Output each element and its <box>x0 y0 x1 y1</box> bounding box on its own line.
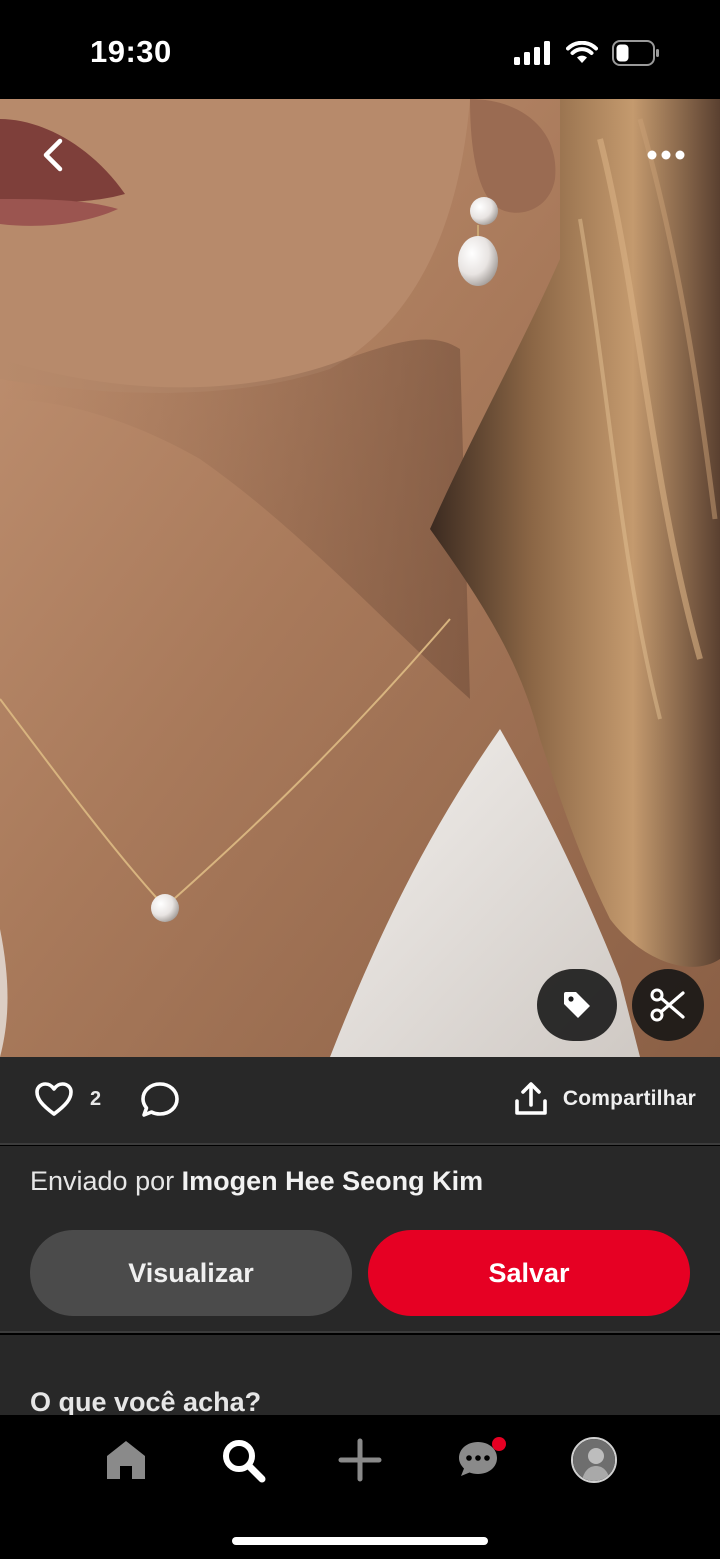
notification-dot <box>492 1437 506 1451</box>
comments-title: O que você acha? <box>30 1387 262 1415</box>
like-button[interactable]: 2 <box>34 1081 101 1117</box>
heart-icon <box>35 1082 73 1116</box>
tab-profile[interactable] <box>564 1435 624 1485</box>
pin-details: Enviado por Imogen Hee Seong Kim Visuali… <box>0 1146 720 1333</box>
save-button[interactable]: Salvar <box>368 1230 690 1316</box>
tag-icon <box>564 992 590 1018</box>
more-options-button[interactable] <box>638 133 694 177</box>
share-icon <box>515 1082 547 1115</box>
scissors-icon <box>650 988 685 1022</box>
tab-create[interactable] <box>330 1435 390 1485</box>
home-icon <box>107 1441 145 1479</box>
more-horizontal-icon <box>647 150 685 160</box>
tab-search[interactable] <box>213 1435 273 1485</box>
status-bar: 19:30 <box>0 0 720 99</box>
uploader-line: Enviado por Imogen Hee Seong Kim <box>30 1166 483 1197</box>
wifi-icon <box>566 41 598 63</box>
battery-icon <box>612 40 659 66</box>
comments-section: O que você acha? <box>0 1335 720 1415</box>
pin-photo <box>0 99 720 1057</box>
visit-button[interactable]: Visualizar <box>30 1230 352 1316</box>
share-label: Compartilhar <box>562 1087 696 1110</box>
tab-home[interactable] <box>96 1435 156 1485</box>
chevron-left-icon <box>43 138 63 172</box>
search-icon <box>223 1440 266 1483</box>
share-button[interactable]: Compartilhar <box>513 1081 696 1117</box>
back-button[interactable] <box>30 131 78 179</box>
tab-bar <box>0 1415 720 1559</box>
status-icons <box>514 38 660 68</box>
signal-icon <box>514 41 550 65</box>
home-indicator <box>232 1537 488 1545</box>
uploader-prefix: Enviado por <box>30 1166 182 1196</box>
visual-search-button[interactable] <box>632 969 704 1041</box>
comment-icon <box>141 1082 179 1117</box>
status-time: 19:30 <box>90 34 172 69</box>
uploader-name[interactable]: Imogen Hee Seong Kim <box>182 1166 484 1196</box>
comment-button[interactable] <box>140 1081 180 1124</box>
plus-icon <box>338 1438 382 1482</box>
shop-tag-button[interactable] <box>537 969 617 1041</box>
like-count: 2 <box>90 1087 102 1110</box>
pin-action-bar: 2 Compartilhar <box>0 1057 720 1145</box>
pin-image[interactable] <box>0 99 720 1057</box>
tab-messages[interactable] <box>448 1435 508 1485</box>
profile-avatar <box>571 1437 617 1483</box>
